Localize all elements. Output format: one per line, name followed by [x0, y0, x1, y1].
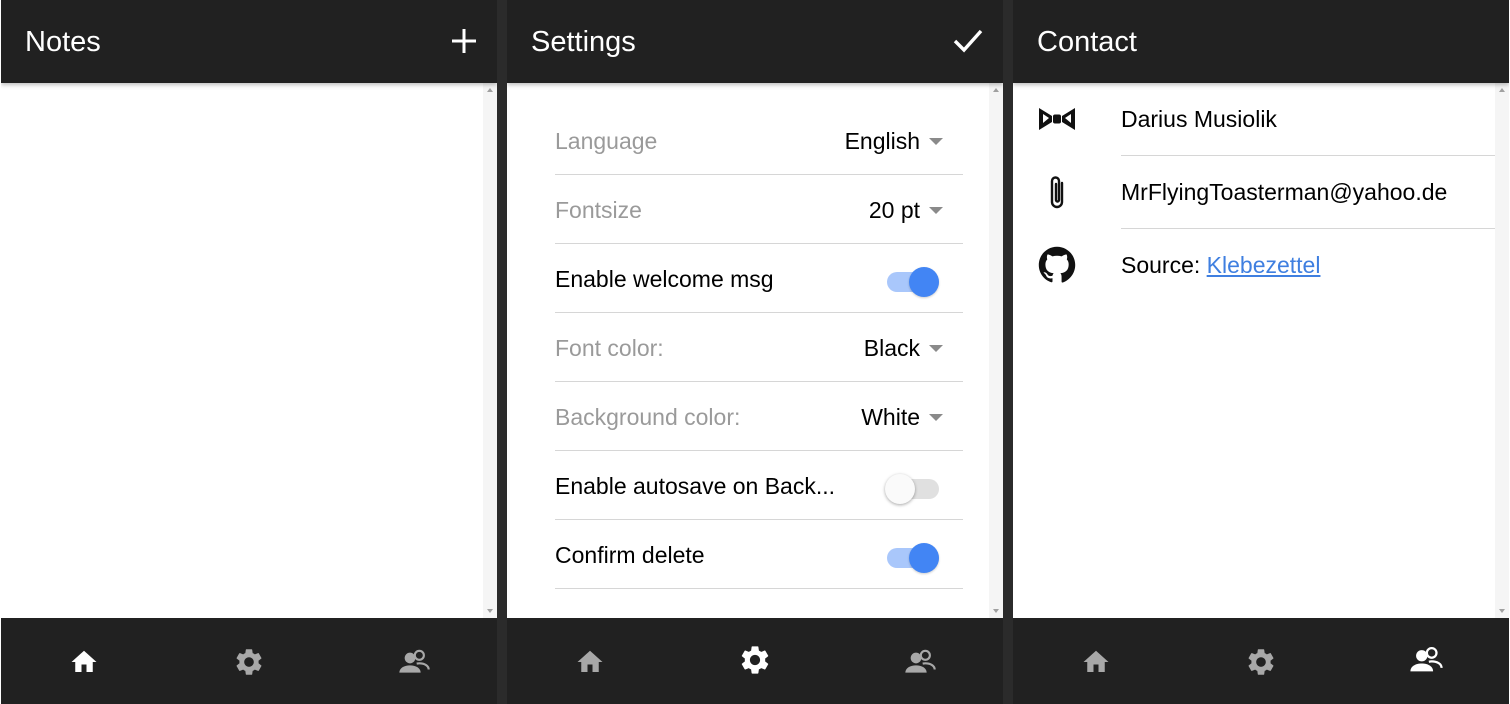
confirm-settings-button[interactable]	[951, 22, 985, 60]
setting-font-color: Font color: Black	[555, 313, 963, 382]
setting-label: Enable autosave on Back...	[555, 473, 836, 499]
panel-divider	[497, 0, 507, 704]
contacts-icon	[1410, 646, 1443, 672]
scroll-down-arrow[interactable]	[1499, 609, 1505, 613]
setting-background-color: Background color: White	[555, 382, 963, 451]
contact-list: Darius Musiolik MrFlyingToasterman@yahoo…	[1013, 83, 1509, 618]
home-icon	[1083, 650, 1109, 672]
scroll-up-arrow[interactable]	[487, 88, 493, 92]
app-bar: Settings	[507, 0, 1003, 83]
toggle-knob	[885, 474, 915, 504]
scroll-up-arrow[interactable]	[1499, 88, 1505, 92]
contact-source-row: Source: Klebezettel	[1013, 229, 1495, 302]
select-value: 20 pt	[868, 197, 920, 223]
contacts-icon	[905, 649, 936, 673]
notes-list	[1, 83, 497, 618]
setting-label: Fontsize	[555, 197, 642, 223]
contact-source: Source: Klebezettel	[1121, 251, 1320, 279]
select-value: Black	[863, 335, 920, 361]
page-title: Contact	[1037, 26, 1137, 58]
nav-settings-button[interactable]	[735, 640, 775, 680]
bottom-nav	[1013, 618, 1509, 704]
settings-screen: Settings Language English Fontsize 20 pt	[507, 0, 1003, 704]
checkmark-icon	[953, 29, 983, 53]
github-icon	[1035, 243, 1079, 287]
gear-icon	[741, 646, 769, 674]
background-color-select[interactable]: White	[861, 403, 943, 431]
setting-label: Background color:	[555, 404, 741, 430]
welcome-msg-toggle[interactable]	[885, 263, 941, 297]
contact-screen: Contact Darius Musiolik MrFlyingToasterm…	[1013, 0, 1509, 704]
font-color-select[interactable]: Black	[864, 334, 943, 362]
app-bar: Notes	[1, 0, 497, 83]
scrollbar[interactable]	[989, 83, 1003, 618]
scrollbar[interactable]	[483, 83, 497, 618]
nav-contact-button[interactable]	[1406, 640, 1446, 680]
dropdown-caret-icon	[929, 206, 943, 214]
toggle-knob	[909, 267, 939, 297]
setting-autosave: Enable autosave on Back...	[555, 451, 963, 520]
contact-name-row: Darius Musiolik	[1013, 83, 1495, 156]
notes-screen: Notes	[1, 0, 497, 704]
plus-icon	[452, 29, 476, 53]
select-value: White	[861, 404, 920, 430]
contacts-icon	[399, 649, 430, 673]
confirm-delete-toggle[interactable]	[885, 539, 941, 573]
add-note-button[interactable]	[447, 22, 481, 60]
contact-email[interactable]: MrFlyingToasterman@yahoo.de	[1121, 178, 1447, 206]
toggle-knob	[909, 543, 939, 573]
scroll-up-arrow[interactable]	[993, 88, 999, 92]
setting-welcome-msg: Enable welcome msg	[555, 244, 963, 313]
nav-settings-button[interactable]	[1241, 642, 1281, 682]
fontsize-select[interactable]: 20 pt	[869, 196, 943, 224]
source-label: Source:	[1121, 252, 1201, 278]
bottom-nav	[507, 618, 1003, 704]
nav-home-button[interactable]	[570, 642, 610, 682]
setting-fontsize: Fontsize 20 pt	[555, 175, 963, 244]
autosave-toggle[interactable]	[885, 470, 941, 504]
home-icon	[577, 650, 603, 672]
gear-icon	[1248, 649, 1274, 675]
setting-language: Language English	[555, 106, 963, 175]
nav-contact-button[interactable]	[900, 642, 940, 682]
panel-divider	[1003, 0, 1013, 704]
nav-home-button[interactable]	[64, 642, 104, 682]
setting-label: Enable welcome msg	[555, 266, 774, 292]
source-link[interactable]: Klebezettel	[1207, 252, 1321, 278]
nav-contact-button[interactable]	[394, 642, 434, 682]
page-title: Settings	[531, 26, 636, 58]
dropdown-caret-icon	[929, 344, 943, 352]
language-select[interactable]: English	[845, 127, 943, 155]
scrollbar[interactable]	[1495, 83, 1509, 618]
page-title: Notes	[25, 26, 101, 58]
app-bar: Contact	[1013, 0, 1509, 83]
bottom-nav	[1, 618, 497, 704]
setting-label: Font color:	[555, 335, 664, 361]
paperclip-icon	[1035, 170, 1079, 214]
scroll-down-arrow[interactable]	[487, 609, 493, 613]
nav-settings-button[interactable]	[229, 642, 269, 682]
home-icon	[71, 650, 97, 672]
contact-email-row: MrFlyingToasterman@yahoo.de	[1013, 156, 1495, 229]
contact-name: Darius Musiolik	[1121, 106, 1277, 132]
bowtie-icon	[1035, 97, 1079, 141]
nav-home-button[interactable]	[1076, 642, 1116, 682]
dropdown-caret-icon	[929, 137, 943, 145]
settings-list: Language English Fontsize 20 pt Enable w…	[507, 83, 1003, 618]
setting-label: Confirm delete	[555, 542, 705, 568]
dropdown-caret-icon	[929, 413, 943, 421]
select-value: English	[844, 128, 920, 154]
setting-confirm-delete: Confirm delete	[555, 520, 963, 589]
gear-icon	[236, 649, 262, 675]
setting-label: Language	[555, 128, 658, 154]
scroll-down-arrow[interactable]	[993, 609, 999, 613]
